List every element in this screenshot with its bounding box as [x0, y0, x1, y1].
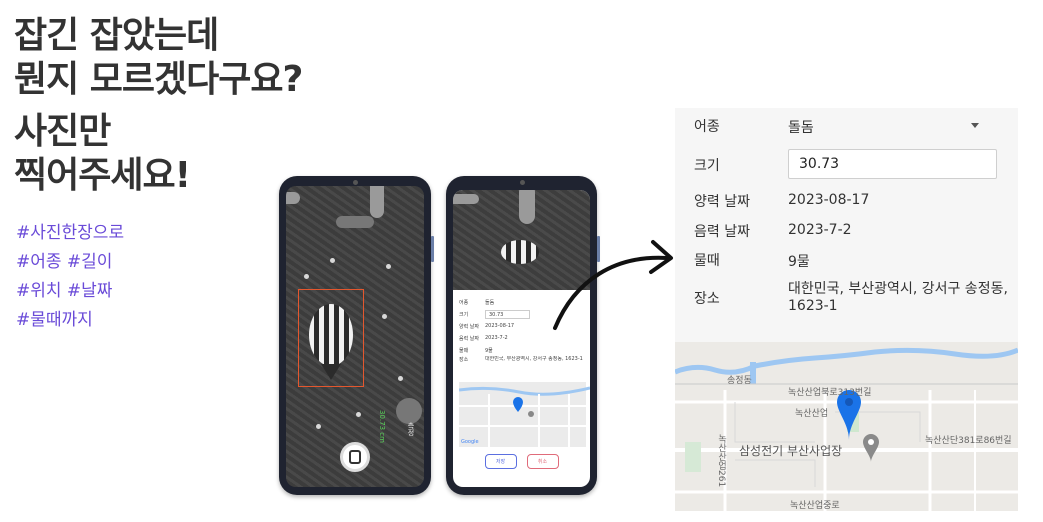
fish-tail [321, 364, 341, 380]
hashtag-line: #사진한장으로 [16, 223, 125, 243]
background-object [286, 192, 300, 204]
size-input[interactable]: 30.73 [788, 149, 997, 179]
chevron-down-icon[interactable] [971, 123, 979, 128]
map-label: 녹산산업261 [716, 434, 726, 488]
google-logo: Google [461, 439, 479, 445]
detail-panel: 어종 돌돔 크기 30.73 양력 날짜 2023-08-17 음력 날짜 20… [675, 108, 1018, 343]
place-value-line-2: 1623-1 [788, 298, 838, 314]
measure-label: 측정 [407, 422, 415, 436]
floor-dot [382, 314, 387, 319]
field-value: 9물 [485, 347, 493, 354]
headline-line-1: 잡긴 잡았는데 [14, 15, 219, 56]
lunar-date-value: 2023-7-2 [788, 222, 852, 238]
mini-map-roads [458, 386, 590, 447]
front-camera [519, 180, 525, 185]
headline-line-2: 뭔지 모르겠다구요? [14, 59, 303, 100]
headline: 잡긴 잡았는데 뭔지 모르겠다구요? 사진만 찍어주세요! [14, 14, 303, 198]
cancel-button[interactable]: 취소 [526, 454, 559, 469]
map-label: 녹산산단381로86번길 [925, 436, 1012, 446]
lunar-date-label: 음력 날짜 [694, 224, 750, 240]
floor-dot [356, 412, 361, 417]
field-label: 크기 [459, 311, 469, 318]
species-select[interactable]: 돌돔 [788, 117, 814, 137]
length-readout: 30.73 cm [378, 410, 386, 443]
volume-button [431, 236, 434, 262]
size-label: 크기 [694, 158, 720, 174]
field-label: 장소 [459, 357, 469, 363]
hashtag-line: #물때까지 [16, 310, 93, 330]
solar-date-label: 양력 날짜 [694, 194, 750, 210]
headline-line-4: 찍어주세요! [14, 155, 191, 196]
hashtag-line: #위치 #날짜 [16, 281, 113, 301]
headline-line-3: 사진만 [14, 111, 111, 152]
size-input[interactable]: 30.73 [485, 309, 530, 319]
place-label: 장소 [694, 291, 720, 307]
flow-arrow-icon [553, 240, 673, 330]
form-row: 물때 9물 [459, 344, 586, 356]
tide-label: 물때 [694, 253, 720, 269]
hashtag-list: #사진한장으로 #어종 #길이 #위치 #날짜 #물때까지 [16, 219, 124, 335]
map-label: 녹산산업중로 [790, 501, 840, 511]
save-button[interactable]: 저장 [484, 454, 517, 469]
mini-map[interactable]: Google [458, 382, 590, 447]
field-label: 물때 [459, 347, 469, 354]
camera-icon [349, 450, 361, 464]
detection-box [298, 289, 364, 387]
background-object [336, 216, 374, 228]
action-buttons: 저장 취소 [453, 454, 590, 469]
tide-value: 9물 [788, 254, 810, 270]
field-value: 대한민국, 부산광역시, 강서구 송정동, 1623-1 [485, 356, 583, 362]
camera-phone: 30.73 cm 측정 [279, 176, 434, 495]
form-row: 장소 대한민국, 부산광역시, 강서구 송정동, 1623-1 [459, 356, 586, 374]
map-label: 송정동 [727, 376, 752, 386]
map-label: 녹산산업북로313번길 [788, 388, 872, 398]
fish-image [309, 304, 353, 366]
front-camera [353, 180, 358, 185]
map-label: 녹산산업 [795, 409, 829, 419]
place-marker-icon [863, 434, 879, 462]
result-phone: 어종 돌돔 크기 30.73 양력 날짜 2023-08-17 음력 날짜 20… [446, 176, 600, 495]
floor-dot [316, 424, 321, 429]
field-value: 2023-7-2 [485, 335, 508, 341]
species-label: 어종 [694, 119, 720, 135]
background-object [519, 190, 535, 224]
shutter-button[interactable] [340, 442, 370, 472]
location-map[interactable]: 송정동 녹산산업북로313번길 녹산산업 삼성전기 부산사업장 녹산산단381로… [675, 342, 1018, 511]
fish-image [501, 240, 539, 264]
camera-viewfinder: 30.73 cm 측정 [286, 186, 424, 487]
map-label: 삼성전기 부산사업장 [739, 444, 843, 458]
solar-date-value: 2023-08-17 [788, 192, 870, 208]
floor-dot [304, 274, 309, 279]
floor-dot [330, 258, 335, 263]
hashtag-line: #어종 #길이 [16, 252, 113, 272]
field-label: 어종 [459, 299, 469, 306]
background-object [370, 186, 384, 218]
background-object [396, 398, 422, 424]
field-label: 음력 날짜 [459, 335, 479, 342]
background-object [453, 194, 479, 204]
floor-dot [386, 264, 391, 269]
field-label: 양력 날짜 [459, 323, 479, 330]
floor-dot [398, 376, 403, 381]
place-value-line-1: 대한민국, 부산광역시, 강서구 송정동, [788, 281, 1008, 297]
